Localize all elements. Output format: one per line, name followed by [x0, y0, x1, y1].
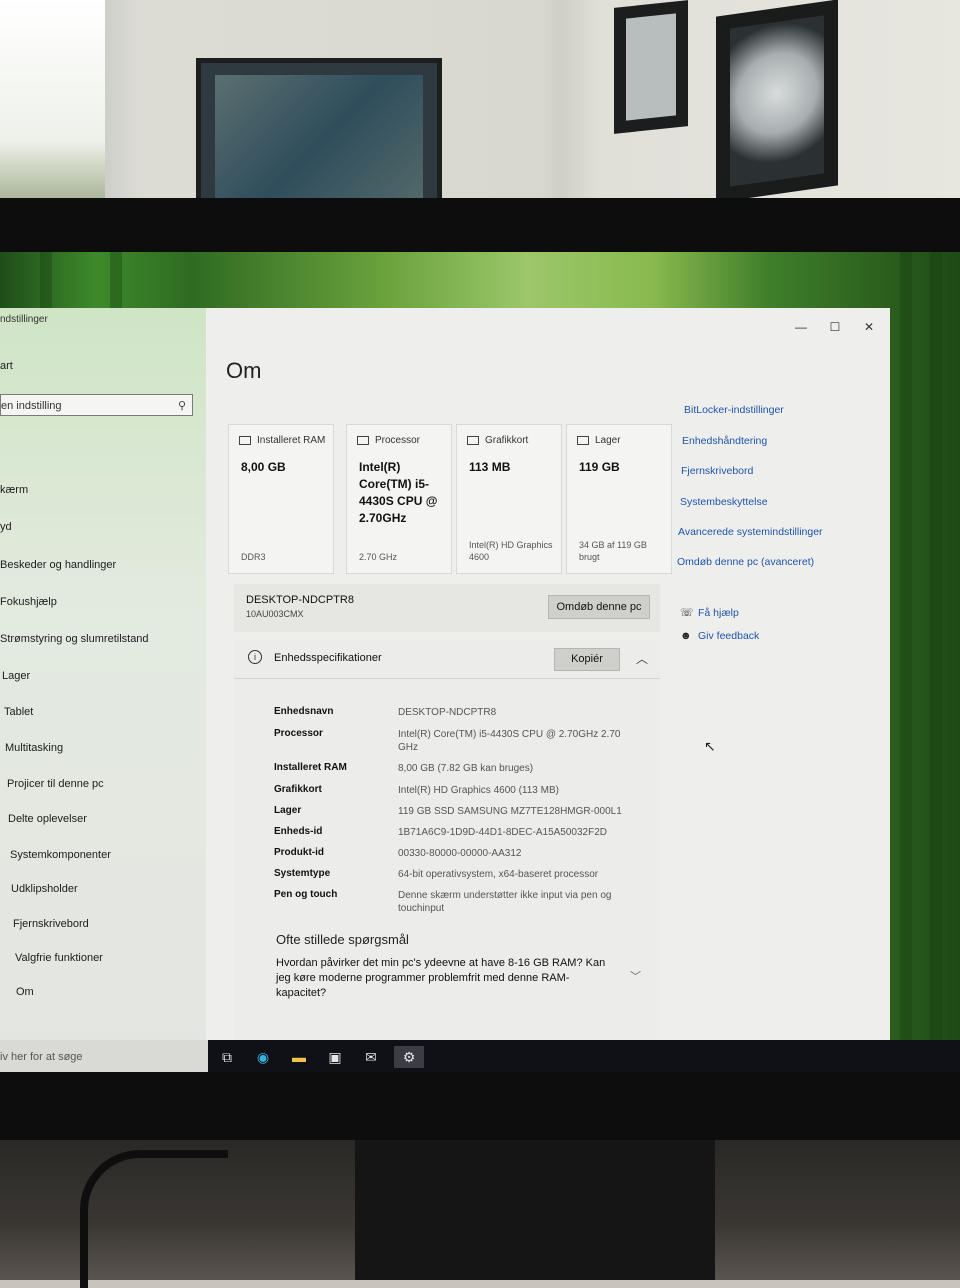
sidebar-item-display[interactable] [0, 440, 6, 452]
monitor-stand [355, 1140, 715, 1280]
chevron-down-icon[interactable]: ﹀ [630, 968, 641, 984]
processor-icon [357, 435, 369, 445]
sidebar-item-project[interactable]: Projicer til denne pc [0, 778, 104, 790]
graphics-sub: Intel(R) HD Graphics 4600 [469, 540, 553, 562]
link-bitlocker[interactable]: BitLocker-indstillinger [684, 404, 784, 416]
graphics-value: 113 MB [469, 460, 511, 474]
feedback-icon: ☻ [680, 630, 692, 642]
storage-card: Lager 119 GB 34 GB af 119 GB brugt [566, 424, 672, 574]
ram-icon [239, 435, 251, 445]
sidebar-item-power[interactable]: Strømstyring og slumretilstand [0, 633, 149, 645]
file-explorer-icon[interactable]: ▬ [288, 1046, 310, 1068]
close-button[interactable]: ✕ [852, 320, 886, 334]
link-system-protection[interactable]: Systembeskyttelse [680, 496, 768, 508]
specs-title: Enhedsspecifikationer [274, 652, 382, 664]
pc-name-box: DESKTOP-NDCPTR8 10AU003CMX Omdøb denne p… [234, 584, 660, 632]
copy-button[interactable]: Kopiér [554, 648, 620, 671]
processor-sub: 2.70 GHz [359, 552, 398, 562]
link-device-manager[interactable]: Enhedshåndtering [682, 435, 767, 447]
link-remote-desktop[interactable]: Fjernskrivebord [681, 465, 753, 477]
info-icon: i [248, 650, 262, 664]
maximize-button[interactable]: ☐ [818, 320, 852, 334]
store-icon[interactable]: ▣ [324, 1046, 346, 1068]
link-rename-pc-advanced[interactable]: Omdøb denne pc (avanceret) [677, 556, 814, 568]
processor-card: Processor Intel(R) Core(TM) i5-4430S CPU… [346, 424, 452, 574]
graphics-card: Grafikkort 113 MB Intel(R) HD Graphics 4… [456, 424, 562, 574]
taskbar-search-input[interactable]: iv her for at søge [0, 1040, 208, 1072]
graphics-icon [467, 435, 479, 445]
sidebar-item-skaerm[interactable]: kærm [0, 484, 28, 496]
faq-question[interactable]: Hvordan påvirker det min pc's ydeevne at… [276, 956, 616, 1001]
sidebar-item-tablet[interactable]: Tablet [0, 706, 33, 718]
link-advanced-system-settings[interactable]: Avancerede systemindstillinger [678, 526, 823, 538]
help-icon: ☏ [680, 607, 694, 619]
give-feedback-link[interactable]: ☻ Giv feedback [680, 630, 759, 642]
sidebar-item-shared[interactable]: Delte oplevelser [0, 813, 87, 825]
settings-search-input[interactable]: en indstilling ⚲ [0, 394, 193, 416]
get-help-link[interactable]: ☏ Få hjælp [680, 606, 739, 619]
sidebar-home[interactable]: art [0, 360, 13, 372]
search-icon[interactable]: ⚲ [178, 395, 186, 417]
storage-sub: 34 GB af 119 GB brugt [579, 540, 647, 562]
rename-pc-button[interactable]: Omdøb denne pc [548, 595, 650, 619]
sidebar-item-lyd[interactable]: yd [0, 521, 12, 533]
wall-picture-small [614, 0, 688, 134]
ram-sub: DDR3 [241, 552, 266, 562]
pc-name: DESKTOP-NDCPTR8 [246, 594, 354, 606]
monitor-screen: ndstillinger art en indstilling ⚲ kærm y… [0, 252, 960, 1072]
settings-sidebar: ndstillinger art en indstilling ⚲ kærm y… [0, 308, 206, 1070]
search-placeholder: en indstilling [1, 400, 62, 412]
ram-value: 8,00 GB [241, 460, 286, 474]
sidebar-item-remote-desktop[interactable]: Fjernskrivebord [0, 918, 89, 930]
taskbar: iv her for at søge ⧉ ◉ ▬ ▣ ✉ ⚙ [0, 1040, 960, 1072]
processor-value: Intel(R) Core(TM) i5-4430S CPU @ 2.70GHz [359, 460, 438, 525]
wall-picture-rose [716, 0, 838, 203]
sidebar-item-notifications[interactable]: Beskeder og handlinger [0, 559, 116, 571]
about-page: — ☐ ✕ Om Installeret RAM 8,00 GB DDR3 Proc… [206, 308, 890, 1070]
ram-card: Installeret RAM 8,00 GB DDR3 [228, 424, 334, 574]
minimize-button[interactable]: — [784, 320, 818, 334]
storage-icon [577, 435, 589, 445]
wall-picture-map [196, 58, 442, 218]
pc-model: 10AU003CMX [246, 609, 304, 619]
sidebar-item-multitasking[interactable]: Multitasking [0, 742, 63, 754]
cable [80, 1150, 228, 1288]
window-controls: — ☐ ✕ [784, 320, 886, 334]
storage-value: 119 GB [579, 460, 620, 474]
edge-icon[interactable]: ◉ [252, 1046, 274, 1068]
sidebar-item-about[interactable]: Om [0, 986, 34, 998]
page-title: Om [226, 358, 262, 383]
chevron-up-icon[interactable]: ︿ [636, 650, 648, 667]
faq-title: Ofte stillede spørgsmål [276, 932, 409, 947]
mail-icon[interactable]: ✉ [360, 1046, 382, 1068]
specs-header[interactable]: i Enhedsspecifikationer Kopiér ︿ [234, 640, 660, 679]
room-window [0, 0, 105, 200]
sidebar-item-clipboard[interactable]: Udklipsholder [0, 883, 78, 895]
task-view-icon[interactable]: ⧉ [216, 1046, 238, 1068]
sidebar-item-components[interactable]: Systemkomponenter [0, 849, 111, 861]
sidebar-item-optional-features[interactable]: Valgfrie funktioner [0, 952, 103, 964]
sidebar-item-focus-assist[interactable]: Fokushjælp [0, 596, 57, 608]
room-background [0, 0, 960, 218]
app-title: ndstillinger [0, 314, 48, 325]
settings-icon[interactable]: ⚙ [394, 1046, 424, 1068]
settings-window: ndstillinger art en indstilling ⚲ kærm y… [0, 308, 890, 1070]
sidebar-item-storage[interactable]: Lager [0, 670, 30, 682]
mouse-cursor-icon: ↖ [704, 738, 716, 754]
